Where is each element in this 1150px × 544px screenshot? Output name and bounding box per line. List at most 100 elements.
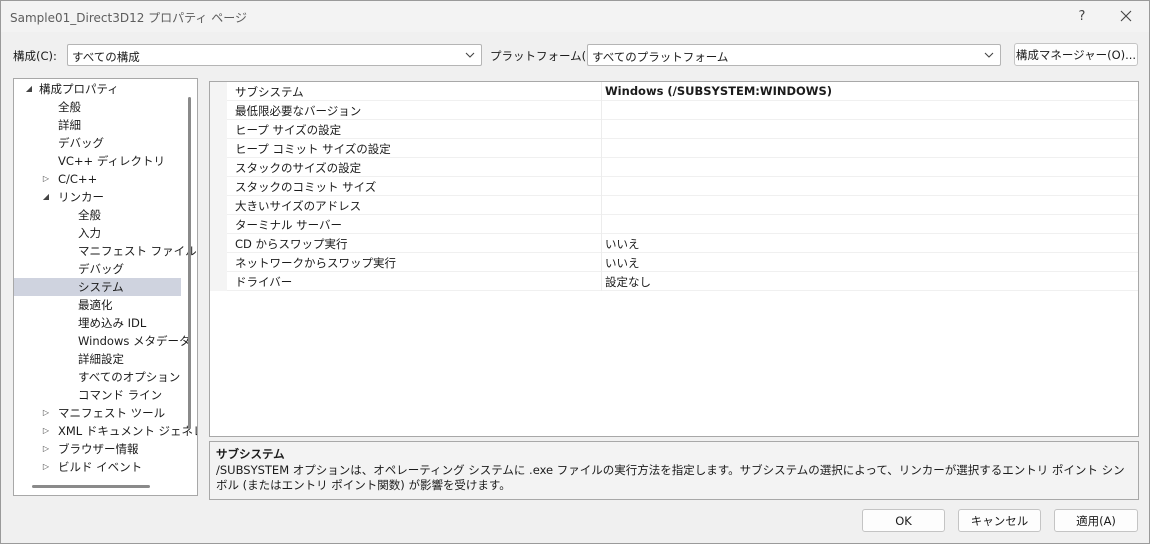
- column-separator: [601, 253, 602, 272]
- property-value[interactable]: 設定なし: [605, 274, 651, 290]
- property-name: ドライバー: [235, 275, 293, 289]
- cancel-button[interactable]: キャンセル: [958, 509, 1041, 532]
- property-grid[interactable]: サブシステム Windows (/SUBSYSTEM:WINDOWS) 最低限必…: [209, 81, 1139, 437]
- property-name: ターミナル サーバー: [235, 218, 343, 232]
- grid-row-subsystem[interactable]: サブシステム Windows (/SUBSYSTEM:WINDOWS): [210, 82, 1138, 101]
- tree-item-linker-debugging[interactable]: デバッグ: [14, 260, 181, 278]
- column-separator: [601, 139, 602, 158]
- row-gutter: [210, 82, 227, 101]
- config-select-value: すべての構成: [72, 50, 140, 64]
- tree-item-general[interactable]: 全般: [14, 98, 181, 116]
- grid-row-swap-run-from-network[interactable]: ネットワークからスワップ実行 いいえ: [210, 253, 1138, 272]
- config-manager-button[interactable]: 構成マネージャー(O)...: [1014, 43, 1138, 66]
- tree-item-linker-embedded-idl[interactable]: 埋め込み IDL: [14, 314, 181, 332]
- row-gutter: [210, 196, 227, 215]
- tree-item-linker-input[interactable]: 入力: [14, 224, 181, 242]
- column-separator: [601, 82, 602, 101]
- expand-icon[interactable]: ▷: [41, 170, 51, 188]
- tree-item-label: リンカー: [58, 190, 104, 204]
- tree-item-linker-system[interactable]: システム: [14, 278, 181, 296]
- tree-item-linker[interactable]: ◢ リンカー: [14, 188, 181, 206]
- tree-item-label: コマンド ライン: [78, 388, 163, 402]
- property-name: サブシステム: [235, 85, 304, 99]
- expand-icon[interactable]: ◢: [24, 80, 34, 98]
- tree-item-label: システム: [78, 280, 124, 294]
- grid-row-minimum-version[interactable]: 最低限必要なバージョン: [210, 101, 1138, 120]
- property-value[interactable]: いいえ: [605, 236, 640, 252]
- platform-select-value: すべてのプラットフォーム: [592, 50, 729, 64]
- expand-icon[interactable]: ▷: [41, 422, 51, 440]
- config-select[interactable]: すべての構成: [67, 44, 482, 66]
- chevron-down-icon: [465, 52, 475, 58]
- tree-item-build-events[interactable]: ▷ ビルド イベント: [14, 458, 181, 476]
- grid-row-swap-run-from-cd[interactable]: CD からスワップ実行 いいえ: [210, 234, 1138, 253]
- tree-item-label: 最適化: [78, 298, 113, 312]
- tree-horizontal-scrollbar[interactable]: [32, 485, 150, 488]
- tree-item-label: 埋め込み IDL: [78, 316, 147, 330]
- tree-item-label: ブラウザー情報: [58, 442, 139, 456]
- platform-select[interactable]: すべてのプラットフォーム: [587, 44, 1001, 66]
- tree-item-label: すべてのオプション: [78, 370, 181, 384]
- description-panel: サブシステム /SUBSYSTEM オプションは、オペレーティング システムに …: [209, 441, 1139, 500]
- tree-item-label: デバッグ: [78, 262, 124, 276]
- tree-item-advanced[interactable]: 詳細: [14, 116, 181, 134]
- tree-item-linker-optimization[interactable]: 最適化: [14, 296, 181, 314]
- description-text: /SUBSYSTEM オプションは、オペレーティング システムに .exe ファ…: [216, 463, 1125, 492]
- tree-item-debugging[interactable]: デバッグ: [14, 134, 181, 152]
- grid-row-heap-commit-size[interactable]: ヒープ コミット サイズの設定: [210, 139, 1138, 158]
- apply-button[interactable]: 適用(A): [1054, 509, 1138, 532]
- tree-item-label: 全般: [78, 208, 101, 222]
- tree-item-label: マニフェスト ファイル: [78, 244, 197, 258]
- tree-item-label: 詳細設定: [78, 352, 124, 366]
- tree-item-linker-windows-metadata[interactable]: Windows メタデータ: [14, 332, 191, 350]
- grid-row-terminal-server[interactable]: ターミナル サーバー: [210, 215, 1138, 234]
- property-value[interactable]: Windows (/SUBSYSTEM:WINDOWS): [605, 84, 832, 98]
- tree-item-c-cpp[interactable]: ▷ C/C++: [14, 170, 181, 188]
- tree-item-configuration-properties[interactable]: ◢ 構成プロパティ: [14, 80, 181, 98]
- expand-icon[interactable]: ▷: [41, 440, 51, 458]
- tree-item-label: 詳細: [58, 118, 81, 132]
- tree-vertical-scrollbar[interactable]: [188, 97, 191, 429]
- row-gutter: [210, 215, 227, 234]
- tree-item-browse-information[interactable]: ▷ ブラウザー情報: [14, 440, 181, 458]
- grid-row-heap-reserve-size[interactable]: ヒープ サイズの設定: [210, 120, 1138, 139]
- tree-item-linker-manifest-file[interactable]: マニフェスト ファイル: [14, 242, 197, 260]
- grid-row-driver[interactable]: ドライバー 設定なし: [210, 272, 1138, 291]
- ok-button[interactable]: OK: [862, 509, 945, 532]
- tree-item-linker-advanced[interactable]: 詳細設定: [14, 350, 181, 368]
- help-button[interactable]: ?: [1067, 5, 1097, 27]
- expand-icon[interactable]: ◢: [41, 188, 51, 206]
- tree-item-label: 全般: [58, 100, 81, 114]
- row-gutter: [210, 120, 227, 139]
- tree-item-label: 入力: [78, 226, 101, 240]
- tree-item-label: 構成プロパティ: [39, 82, 119, 96]
- property-name: CD からスワップ実行: [235, 237, 348, 251]
- tree-item-linker-command-line[interactable]: コマンド ライン: [14, 386, 181, 404]
- title-bar: Sample01_Direct3D12 プロパティ ページ ?: [1, 1, 1149, 32]
- expand-icon[interactable]: ▷: [41, 404, 51, 422]
- window-title: Sample01_Direct3D12 プロパティ ページ: [10, 11, 248, 25]
- tree-item-xml-doc-generator[interactable]: ▷ XML ドキュメント ジェネレー: [14, 422, 197, 440]
- row-gutter: [210, 101, 227, 120]
- grid-row-stack-reserve-size[interactable]: スタックのサイズの設定: [210, 158, 1138, 177]
- property-value[interactable]: いいえ: [605, 255, 640, 271]
- tree-item-vc-directories[interactable]: VC++ ディレクトリ: [14, 152, 181, 170]
- tree-item-linker-general[interactable]: 全般: [14, 206, 181, 224]
- property-tree[interactable]: ◢ 構成プロパティ 全般 詳細 デバッグ VC++ ディレクトリ ▷ C/C++…: [13, 78, 198, 496]
- tree-item-label: C/C++: [58, 172, 98, 186]
- property-name: スタックのサイズの設定: [235, 161, 362, 175]
- column-separator: [601, 101, 602, 120]
- row-gutter: [210, 272, 227, 291]
- property-name: スタックのコミット サイズ: [235, 180, 377, 194]
- grid-row-large-address-aware[interactable]: 大きいサイズのアドレス: [210, 196, 1138, 215]
- property-name: ネットワークからスワップ実行: [235, 256, 396, 270]
- row-gutter: [210, 139, 227, 158]
- tree-item-linker-all-options[interactable]: すべてのオプション: [14, 368, 181, 386]
- tree-item-manifest-tool[interactable]: ▷ マニフェスト ツール: [14, 404, 181, 422]
- expand-icon[interactable]: ▷: [41, 458, 51, 476]
- column-separator: [601, 234, 602, 253]
- grid-row-stack-commit-size[interactable]: スタックのコミット サイズ: [210, 177, 1138, 196]
- row-gutter: [210, 253, 227, 272]
- column-separator: [601, 215, 602, 234]
- close-button[interactable]: [1111, 5, 1141, 27]
